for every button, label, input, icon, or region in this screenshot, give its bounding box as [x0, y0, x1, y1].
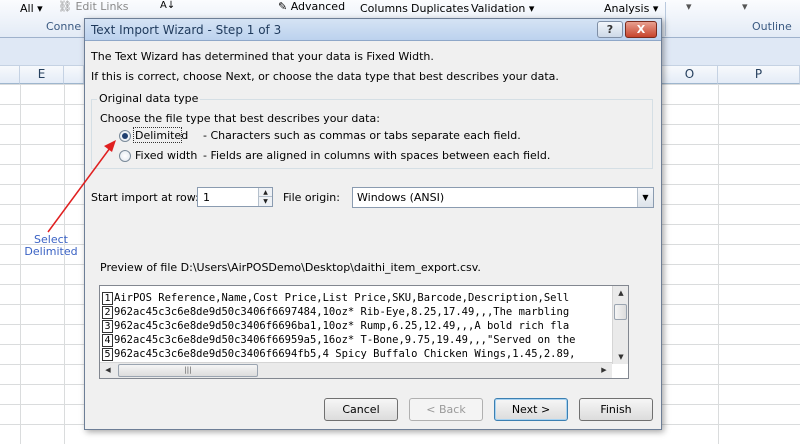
- start-import-row-label: Start import at row:: [91, 191, 199, 204]
- column-header-e[interactable]: E: [20, 66, 64, 84]
- file-origin-select[interactable]: Windows (ANSI) ▼: [352, 187, 654, 208]
- connections-group-label: Conne: [46, 20, 82, 33]
- group-dropdown-icon[interactable]: ▾: [686, 0, 692, 13]
- data-validation-button[interactable]: Validation ▾: [471, 2, 534, 15]
- start-row-value[interactable]: 1: [203, 191, 210, 204]
- scroll-up-icon[interactable]: ▲: [613, 286, 628, 300]
- column-header-p[interactable]: P: [718, 66, 800, 84]
- column-header[interactable]: [64, 66, 84, 84]
- intro-text: The Text Wizard has determined that your…: [91, 50, 434, 63]
- select-all-corner[interactable]: [0, 66, 20, 84]
- preview-vertical-scrollbar[interactable]: ▲ ▼: [612, 286, 628, 364]
- group-label: Original data type: [97, 92, 201, 105]
- help-button[interactable]: ?: [597, 21, 623, 38]
- fixed-width-label[interactable]: Fixed width: [135, 149, 197, 162]
- cancel-button[interactable]: Cancel: [324, 398, 398, 421]
- scroll-thumb[interactable]: [614, 304, 627, 320]
- line-number: 3: [102, 320, 113, 333]
- outline-group-label: Outline: [752, 20, 792, 33]
- what-if-analysis-button[interactable]: Analysis ▾: [604, 2, 658, 15]
- grid-line: [64, 84, 65, 444]
- scroll-down-icon[interactable]: ▼: [613, 350, 628, 364]
- spinner-arrows[interactable]: ▲ ▼: [258, 188, 272, 206]
- edit-links-button[interactable]: ⛓ Edit Links: [58, 0, 129, 13]
- preview-line-text: 962ac45c3c6e8de9d50c3406f6696ba1,10oz* R…: [114, 320, 570, 332]
- line-number: 2: [102, 306, 113, 319]
- preview-line-text: 962ac45c3c6e8de9d50c3406f6697484,10oz* R…: [114, 306, 570, 318]
- column-header-o[interactable]: O: [662, 66, 718, 84]
- preview-row: 1 AirPOS Reference,Name,Cost Price,List P…: [102, 291, 612, 305]
- preview-row: 3 962ac45c3c6e8de9d50c3406f6696ba1,10oz* …: [102, 319, 612, 333]
- preview-label: Preview of file D:\Users\AirPOSDemo\Desk…: [100, 261, 481, 274]
- fixed-width-radio[interactable]: [119, 150, 131, 162]
- annotation-line-2: Delimited: [24, 245, 78, 258]
- fixed-width-description: - Fields are aligned in columns with spa…: [203, 149, 551, 162]
- preview-line-text: 962ac45c3c6e8de9d50c3406f66959a5,16oz* T…: [114, 334, 576, 346]
- file-origin-value[interactable]: Windows (ANSI): [357, 191, 444, 204]
- next-button[interactable]: Next >: [494, 398, 568, 421]
- choose-file-type-label: Choose the file type that best describes…: [100, 112, 380, 125]
- grid-line: [20, 84, 21, 444]
- preview-rows: 1 AirPOS Reference,Name,Cost Price,List P…: [102, 291, 612, 361]
- scroll-thumb[interactable]: |||: [118, 364, 258, 377]
- delimited-radio[interactable]: [119, 130, 131, 142]
- preview-row: 2 962ac45c3c6e8de9d50c3406f6697484,10oz* …: [102, 305, 612, 319]
- sort-icon[interactable]: A↓: [160, 0, 175, 11]
- finish-button[interactable]: Finish: [579, 398, 653, 421]
- spin-up-icon[interactable]: ▲: [259, 188, 272, 197]
- line-number: 4: [102, 334, 113, 347]
- intro-text-2: If this is correct, choose Next, or choo…: [91, 70, 559, 83]
- delimited-label[interactable]: Delimited: [135, 129, 188, 142]
- file-origin-label: File origin:: [283, 191, 340, 204]
- advanced-filter-button[interactable]: ✎ Advanced: [278, 0, 345, 13]
- remove-duplicates-button[interactable]: Duplicates: [411, 2, 469, 15]
- line-number: 1: [102, 292, 113, 305]
- line-number: 5: [102, 348, 113, 361]
- dialog-title: Text Import Wizard - Step 1 of 3: [91, 23, 282, 37]
- preview-horizontal-scrollbar[interactable]: ◀ ||| ▶: [100, 362, 612, 378]
- text-to-columns-button[interactable]: Columns: [360, 2, 408, 15]
- scroll-right-icon[interactable]: ▶: [597, 363, 611, 378]
- annotation-callout: Select Delimited: [20, 234, 82, 258]
- chevron-down-icon[interactable]: ▼: [637, 188, 653, 207]
- text-import-wizard-dialog: Text Import Wizard - Step 1 of 3 ? X The…: [84, 18, 662, 430]
- preview-line-text: AirPOS Reference,Name,Cost Price,List Pr…: [114, 292, 570, 304]
- close-button[interactable]: X: [625, 21, 657, 38]
- ungroup-dropdown-icon[interactable]: ▾: [742, 0, 748, 13]
- preview-line-text: 962ac45c3c6e8de9d50c3406f6694fb5,4 Spicy…: [114, 348, 576, 360]
- spin-down-icon[interactable]: ▼: [259, 197, 272, 206]
- file-preview-box[interactable]: 1 AirPOS Reference,Name,Cost Price,List P…: [99, 285, 629, 379]
- scroll-left-icon[interactable]: ◀: [101, 363, 115, 378]
- preview-row: 5 962ac45c3c6e8de9d50c3406f6694fb5,4 Spic…: [102, 347, 612, 361]
- delimited-description: - Characters such as commas or tabs sepa…: [203, 129, 521, 142]
- preview-row: 4 962ac45c3c6e8de9d50c3406f66959a5,16oz* …: [102, 333, 612, 347]
- start-row-spinner[interactable]: 1 ▲ ▼: [197, 187, 273, 207]
- dialog-titlebar[interactable]: Text Import Wizard - Step 1 of 3 ? X: [85, 19, 661, 41]
- grid-line: [718, 84, 719, 444]
- back-button[interactable]: < Back: [409, 398, 483, 421]
- ribbon-divider: [665, 2, 666, 36]
- refresh-all-button[interactable]: All ▾: [20, 2, 43, 15]
